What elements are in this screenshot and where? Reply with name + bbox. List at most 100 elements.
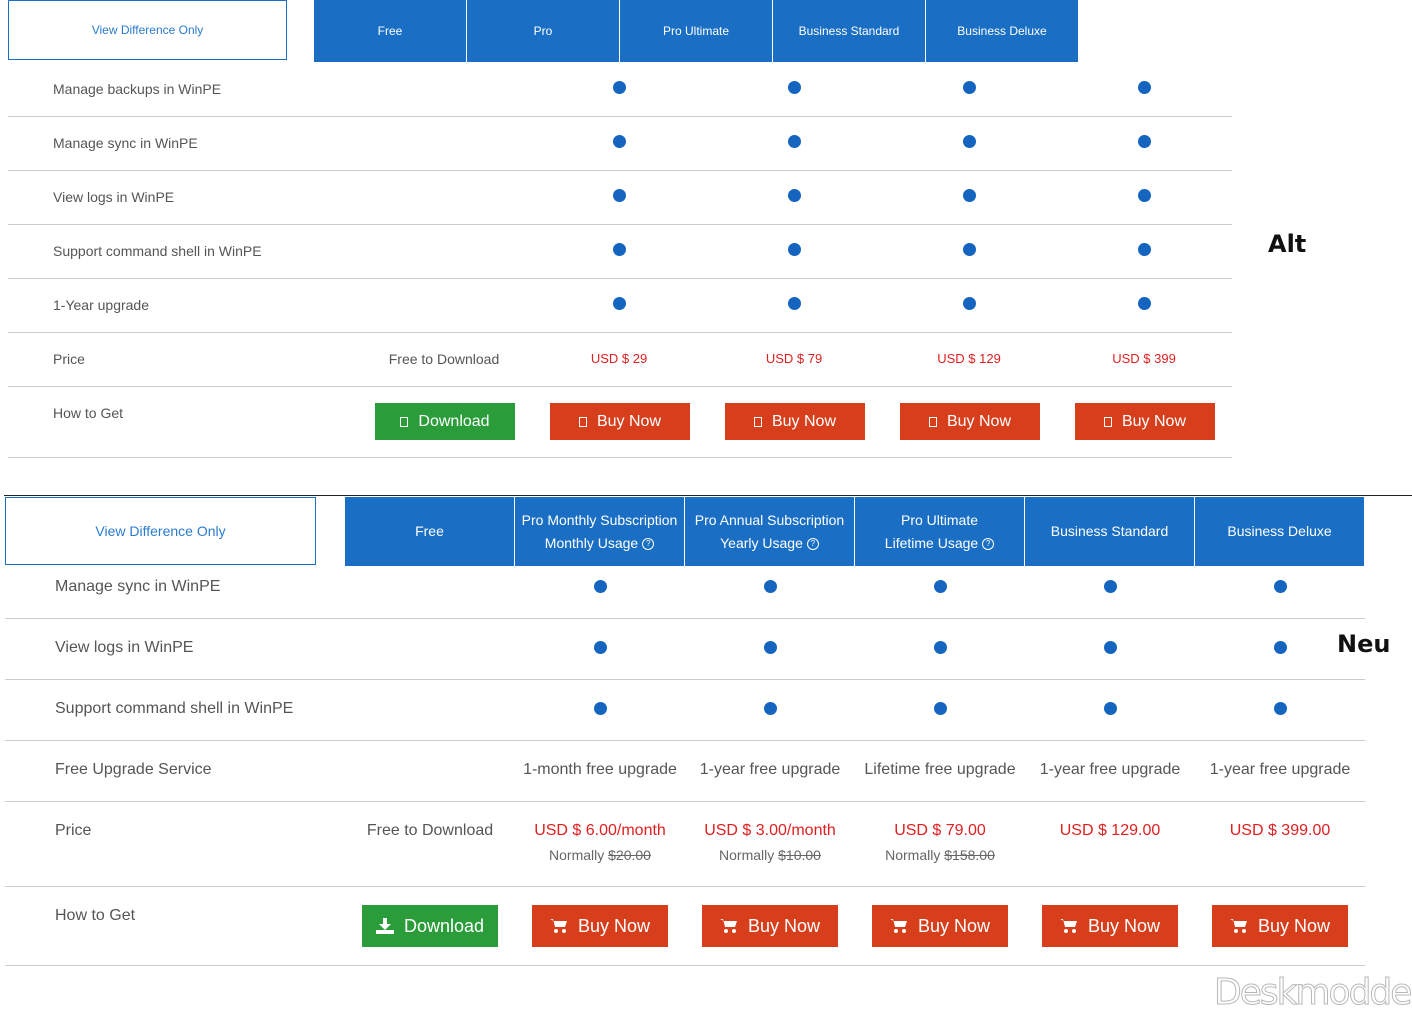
how-to-get-label: How to Get (55, 907, 136, 924)
price-pro-monthly: USD $ 6.00/month (534, 822, 666, 839)
feature-check-dot (934, 641, 947, 654)
column-header-pro-monthly: Pro Monthly Subscription Monthly Usage? (515, 497, 684, 566)
feature-check-dot (613, 135, 626, 148)
row-divider (8, 457, 1232, 458)
strikethrough-price: $158.00 (944, 847, 995, 863)
buy-now-button-business-standard[interactable]: Buy Now (900, 403, 1040, 440)
feature-check-dot (1138, 189, 1151, 202)
buy-now-button-business-standard[interactable]: Buy Now (1042, 905, 1178, 947)
column-header-subtitle: Monthly Usage (544, 534, 639, 551)
column-header-subtitle: Lifetime Usage (884, 534, 979, 551)
row-label: Manage sync in WinPE (55, 578, 221, 595)
view-difference-only-button[interactable]: View Difference Only (8, 0, 287, 60)
normally-label: Normally (549, 847, 605, 863)
help-icon[interactable]: ? (982, 537, 995, 550)
feature-check-dot (788, 81, 801, 94)
cart-icon (1059, 919, 1077, 933)
help-icon[interactable]: ? (642, 537, 655, 550)
column-header-pro-ultimate: Pro Ultimate Lifetime Usage? (855, 497, 1024, 566)
upgrade-pro-monthly: 1-month free upgrade (523, 761, 677, 778)
cart-icon (753, 416, 762, 427)
feature-check-dot (764, 702, 777, 715)
feature-check-dot (764, 580, 777, 593)
download-button[interactable]: Download (362, 905, 498, 947)
buy-now-label: Buy Now (917, 915, 991, 936)
view-difference-only-button[interactable]: View Difference Only (5, 497, 316, 565)
feature-check-dot (1104, 641, 1117, 654)
row-label: Support command shell in WinPE (53, 243, 262, 259)
buy-now-button-pro-annual[interactable]: Buy Now (702, 905, 838, 947)
feature-check-dot (788, 135, 801, 148)
row-divider (8, 332, 1232, 333)
row-divider (8, 170, 1232, 171)
column-header-free: Free (314, 0, 466, 62)
buy-now-label: Buy Now (747, 915, 821, 936)
price-business-standard: USD $ 129 (937, 351, 1001, 366)
feature-check-dot (764, 641, 777, 654)
help-icon[interactable]: ? (806, 537, 819, 550)
price-pro: USD $ 29 (590, 351, 648, 366)
feature-check-dot (963, 243, 976, 256)
watermark-logo: Deskmodder.de (1213, 972, 1412, 1014)
price-free: Free to Download (366, 822, 494, 839)
column-header-title: Business Standard (1050, 523, 1169, 539)
price-business-standard: USD $ 129.00 (1059, 822, 1161, 839)
buy-now-button-pro[interactable]: Buy Now (550, 403, 690, 440)
download-button-label: Download (418, 412, 490, 430)
feature-check-dot (613, 297, 626, 310)
buy-now-label: Buy Now (771, 412, 837, 430)
feature-check-dot (963, 81, 976, 94)
cart-icon (578, 416, 587, 427)
section-separator (4, 495, 1412, 496)
row-divider (8, 116, 1232, 117)
column-header-subtitle: Yearly Usage (720, 534, 803, 551)
column-header-title: Pro Monthly Subscription (521, 511, 678, 528)
cart-icon (928, 416, 937, 427)
buy-now-button-business-deluxe[interactable]: Buy Now (1212, 905, 1348, 947)
feature-check-dot (1104, 702, 1117, 715)
feature-check-dot (613, 243, 626, 256)
row-divider (5, 965, 1365, 966)
upgrade-business-deluxe: 1-year free upgrade (1209, 761, 1351, 778)
row-divider (5, 886, 1365, 887)
cart-icon (1103, 416, 1112, 427)
normal-price-pro-monthly: Normally $20.00 (515, 847, 685, 863)
feature-check-dot (1138, 81, 1151, 94)
buy-now-button-pro-ultimate[interactable]: Buy Now (872, 905, 1008, 947)
column-header-title: Business Deluxe (1227, 523, 1332, 539)
old-version-tag: Alt (1268, 230, 1307, 258)
upgrade-pro-annual: 1-year free upgrade (699, 761, 841, 778)
row-label: Manage sync in WinPE (53, 135, 198, 151)
feature-check-dot (1138, 243, 1151, 256)
column-header-title: Pro Annual Subscription (694, 511, 845, 528)
feature-check-dot (1274, 580, 1287, 593)
row-label: Manage backups in WinPE (53, 81, 222, 97)
buy-now-button-business-deluxe[interactable]: Buy Now (1075, 403, 1215, 440)
feature-check-dot (934, 702, 947, 715)
price-row-label: Price (55, 822, 92, 839)
feature-check-dot (963, 189, 976, 202)
row-divider (5, 679, 1365, 680)
column-header-pro-ultimate: Pro Ultimate (620, 0, 772, 62)
column-header-pro-annual: Pro Annual Subscription Yearly Usage? (685, 497, 854, 566)
buy-now-button-pro-monthly[interactable]: Buy Now (532, 905, 668, 947)
row-divider (8, 386, 1232, 387)
buy-now-label: Buy Now (1121, 412, 1187, 430)
row-divider (5, 740, 1365, 741)
new-version-tag: Neu (1337, 630, 1391, 658)
feature-check-dot (613, 81, 626, 94)
feature-check-dot (594, 641, 607, 654)
feature-check-dot (788, 189, 801, 202)
buy-now-label: Buy Now (1087, 915, 1161, 936)
how-to-get-label: How to Get (53, 405, 124, 421)
normally-label: Normally (719, 847, 775, 863)
buy-now-button-pro-ultimate[interactable]: Buy Now (725, 403, 865, 440)
column-header-title: Free (415, 523, 444, 539)
row-label: Support command shell in WinPE (55, 700, 294, 717)
column-header-free: Free (345, 497, 514, 566)
normally-label: Normally (885, 847, 941, 863)
download-button[interactable]: Download (375, 403, 515, 440)
strikethrough-price: $10.00 (778, 847, 821, 863)
row-divider (5, 801, 1365, 802)
price-business-deluxe: USD $ 399 (1112, 351, 1176, 366)
